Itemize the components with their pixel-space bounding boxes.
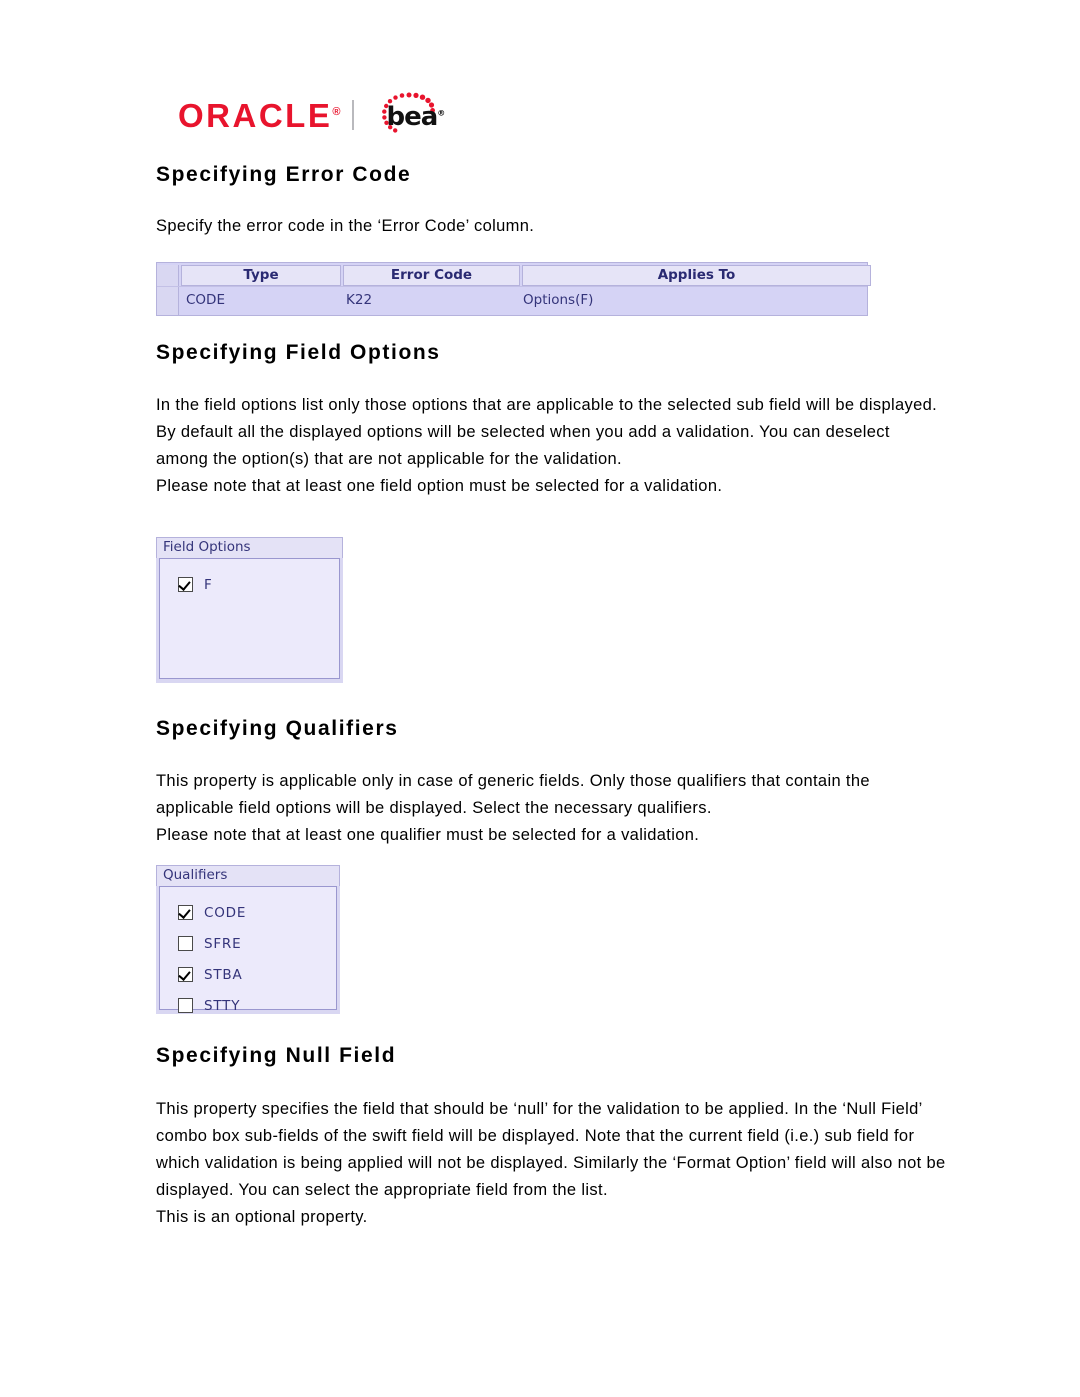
field-options-panel-title: Field Options (156, 537, 343, 558)
table-header-applies-to[interactable]: Applies To (522, 265, 871, 286)
table-header-row: Type Error Code Applies To (157, 263, 871, 286)
section-paragraph-null-field-1: This property specifies the field that s… (156, 1100, 946, 1199)
section-title-field-options: Specifying Field Options (156, 341, 441, 364)
section-title-null-field: Specifying Null Field (156, 1044, 397, 1067)
qualifier-label: STBA (204, 966, 243, 983)
qualifiers-panel-frame: CODE SFRE STBA STTY (156, 886, 340, 1014)
checkbox-checked-icon[interactable] (178, 967, 193, 982)
bea-registered-mark: ® (437, 108, 446, 118)
qualifier-item[interactable]: STTY (178, 990, 336, 1021)
checkbox-checked-icon[interactable] (178, 905, 193, 920)
cell-type[interactable]: CODE (179, 287, 339, 315)
field-option-label: F (204, 576, 213, 593)
cell-applies-to[interactable]: Options(F) (516, 287, 865, 315)
section-title-qualifiers: Specifying Qualifiers (156, 717, 399, 740)
field-options-list[interactable]: F (159, 558, 340, 679)
checkbox-checked-icon[interactable] (178, 577, 193, 592)
section-paragraph-field-options-1: In the field options list only those opt… (156, 396, 938, 468)
oracle-bea-logo: ORACLE® bea® (178, 92, 445, 138)
checkbox-unchecked-icon[interactable] (178, 936, 193, 951)
qualifier-item[interactable]: SFRE (178, 928, 336, 959)
bea-wordmark-text: bea (386, 102, 438, 132)
section-paragraph-qualifiers-1: This property is applicable only in case… (156, 772, 870, 817)
oracle-registered-mark: ® (332, 105, 341, 118)
row-selector-cell[interactable] (157, 287, 179, 315)
table-header-error-code[interactable]: Error Code (343, 265, 520, 286)
checkbox-unchecked-icon[interactable] (178, 998, 193, 1013)
logo-divider (352, 100, 355, 130)
field-options-panel-frame: F (156, 558, 343, 683)
oracle-wordmark: ORACLE® (178, 99, 340, 132)
table-header-type[interactable]: Type (181, 265, 341, 286)
qualifier-item[interactable]: CODE (178, 897, 336, 928)
qualifier-label: SFRE (204, 935, 242, 952)
section-paragraph-error-code: Specify the error code in the ‘Error Cod… (156, 217, 535, 235)
cell-error-code[interactable]: K22 (339, 287, 516, 315)
field-option-item[interactable]: F (178, 569, 339, 600)
error-code-table: Type Error Code Applies To CODE K22 Opti… (156, 262, 871, 316)
section-paragraph-field-options-2: Please note that at least one field opti… (156, 477, 723, 495)
document-page: ORACLE® bea® Specifying Error Code Speci… (0, 0, 1080, 1397)
qualifiers-panel-title: Qualifiers (156, 865, 340, 886)
table-header-selector-cell (157, 265, 179, 286)
qualifier-label: CODE (204, 904, 247, 921)
table-row[interactable]: CODE K22 Options(F) (157, 286, 867, 315)
section-paragraph-null-field-2: This is an optional property. (156, 1208, 368, 1226)
field-options-panel: Field Options F (156, 537, 343, 683)
oracle-wordmark-text: ORACLE (178, 96, 333, 134)
qualifiers-list[interactable]: CODE SFRE STBA STTY (159, 886, 337, 1014)
qualifier-item[interactable]: STBA (178, 959, 336, 990)
qualifier-label: STTY (204, 997, 241, 1014)
bea-wordmark: bea® (386, 104, 445, 130)
bea-logo: bea® (369, 92, 445, 138)
qualifiers-panel: Qualifiers CODE SFRE STBA STTY (156, 865, 340, 1014)
section-paragraph-qualifiers-2: Please note that at least one qualifier … (156, 826, 700, 844)
section-title-error-code: Specifying Error Code (156, 163, 412, 186)
